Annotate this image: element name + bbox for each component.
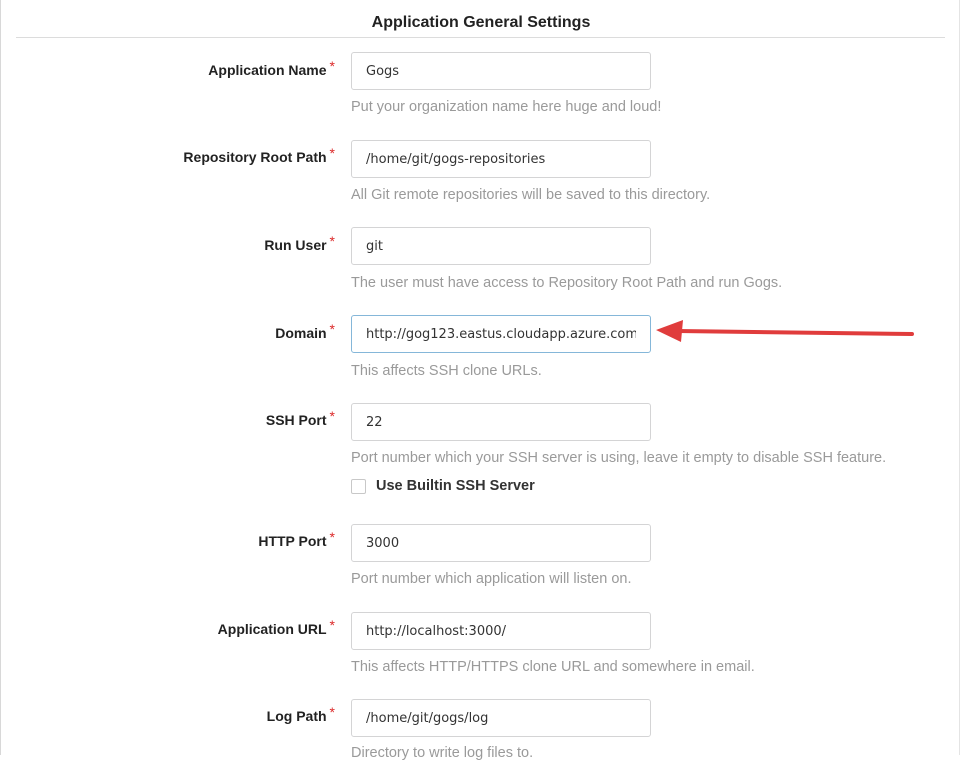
required-marker: * (329, 58, 335, 74)
ssh-port-help: Port number which your SSH server is usi… (351, 450, 887, 466)
section-title: Application General Settings (371, 14, 591, 31)
app-url-input[interactable] (351, 612, 651, 650)
panel-left-border (0, 0, 1, 755)
required-marker: * (329, 321, 335, 337)
run-user-input[interactable] (351, 227, 651, 265)
repo-root-path-help: All Git remote repositories will be save… (351, 187, 711, 203)
repo-root-path-label: Repository Root Path * (183, 145, 335, 165)
required-marker: * (329, 617, 335, 633)
app-url-help: This affects HTTP/HTTPS clone URL and so… (351, 659, 755, 675)
section-divider (16, 37, 945, 38)
domain-label: Domain * (275, 321, 335, 341)
domain-help: This affects SSH clone URLs. (351, 363, 542, 379)
required-marker: * (329, 233, 335, 249)
run-user-label-text: Run User (264, 237, 327, 253)
app-url-label-text: Application URL (217, 621, 327, 637)
builtin-ssh-label[interactable]: Use Builtin SSH Server (376, 478, 535, 494)
domain-input[interactable] (351, 315, 651, 353)
annotation-arrow-icon (656, 320, 914, 342)
ssh-port-label: SSH Port * (265, 408, 335, 428)
run-user-help: The user must have access to Repository … (351, 275, 783, 291)
ssh-port-input[interactable] (351, 403, 651, 441)
required-marker: * (329, 704, 335, 720)
domain-label-text: Domain (275, 325, 327, 341)
log-path-input[interactable] (351, 699, 651, 737)
log-path-help: Directory to write log files to. (351, 745, 534, 761)
repo-root-path-input[interactable] (351, 140, 651, 178)
http-port-label-text: HTTP Port (258, 533, 327, 549)
builtin-ssh-checkbox[interactable] (351, 478, 366, 494)
app-name-input[interactable] (351, 52, 651, 90)
ssh-port-label-text: SSH Port (265, 412, 327, 428)
required-marker: * (329, 408, 335, 424)
log-path-label: Log Path * (266, 704, 335, 724)
builtin-ssh-row[interactable]: Use Builtin SSH Server (351, 478, 535, 494)
run-user-label: Run User * (264, 233, 335, 253)
app-url-label: Application URL * (217, 617, 335, 637)
http-port-help: Port number which application will liste… (351, 571, 632, 587)
app-name-label: Application Name * (208, 58, 335, 78)
repo-root-path-label-text: Repository Root Path (183, 149, 327, 165)
http-port-input[interactable] (351, 524, 651, 562)
app-name-help: Put your organization name here huge and… (351, 99, 662, 115)
required-marker: * (329, 145, 335, 161)
http-port-label: HTTP Port * (258, 529, 335, 549)
app-name-label-text: Application Name (208, 62, 327, 78)
log-path-label-text: Log Path (266, 708, 327, 724)
required-marker: * (329, 529, 335, 545)
